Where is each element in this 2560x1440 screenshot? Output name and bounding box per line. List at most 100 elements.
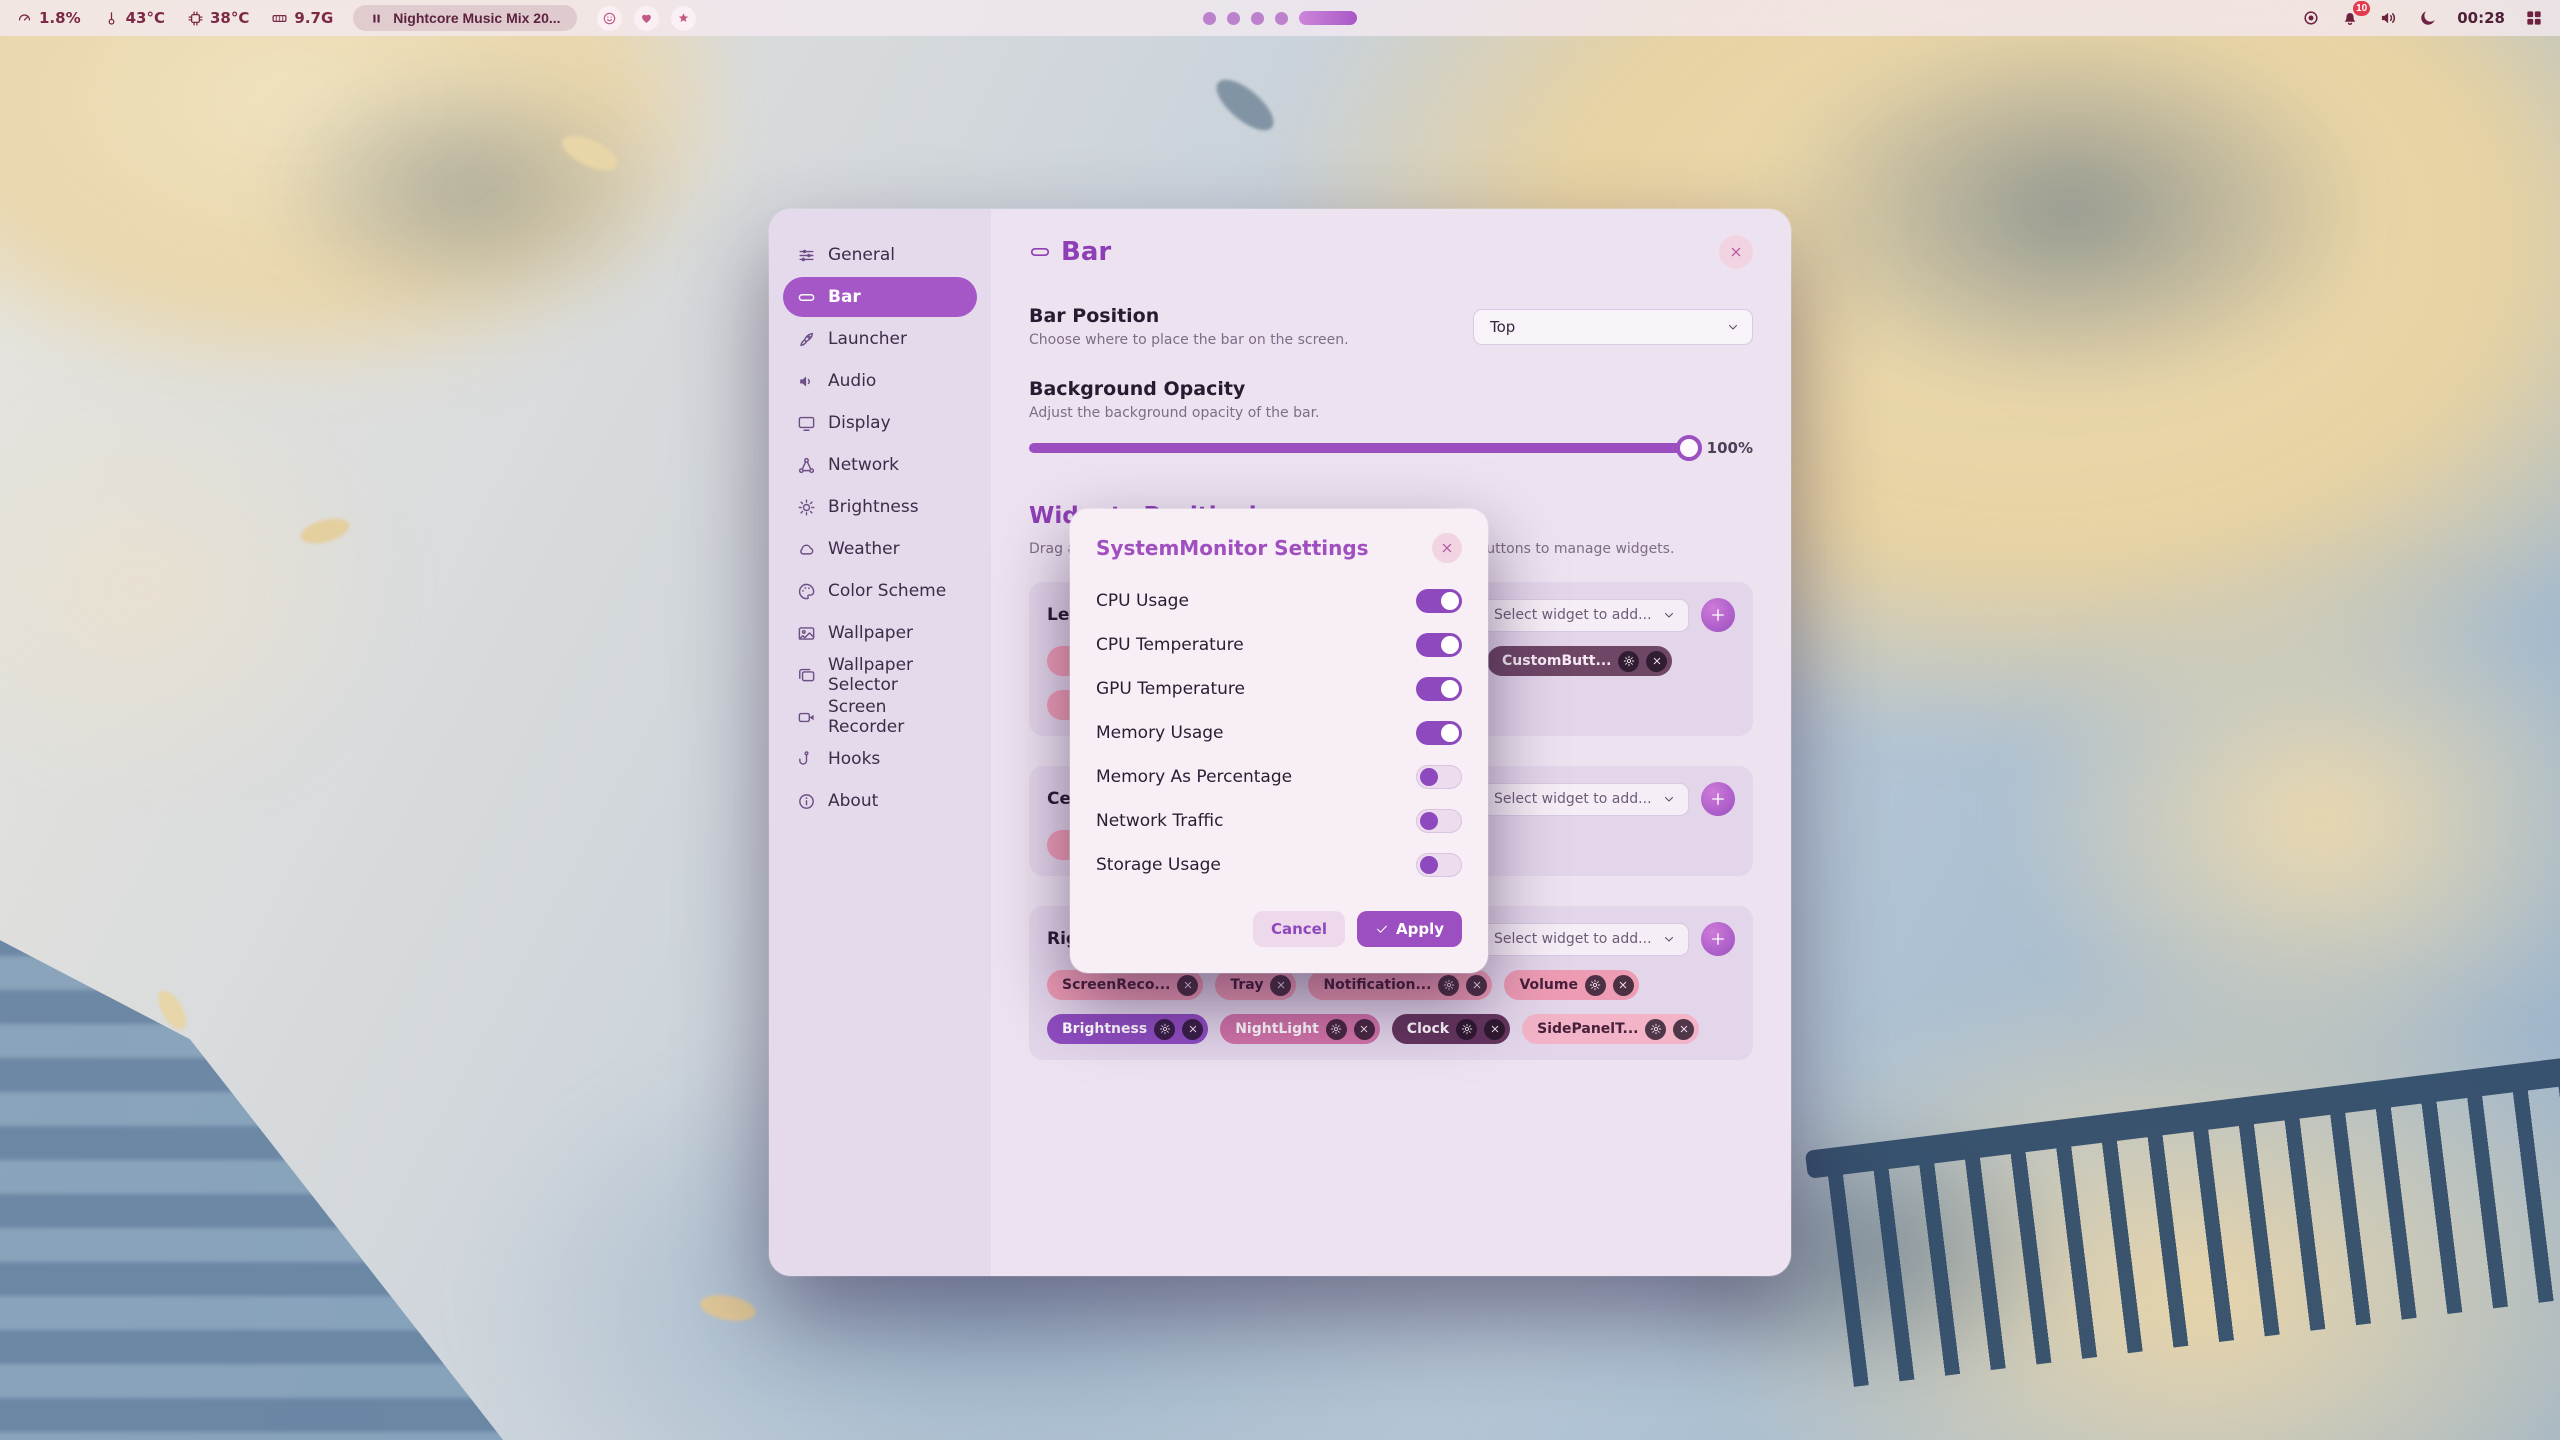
widget-chip-brightness[interactable]: Brightness	[1047, 1014, 1208, 1044]
widget-chip-sidepanelt[interactable]: SidePanelT...	[1522, 1014, 1699, 1044]
workspace-dot[interactable]	[1275, 12, 1288, 25]
record-icon[interactable]	[2301, 8, 2321, 28]
sidebar-item-launcher[interactable]: Launcher	[783, 319, 977, 359]
toggle-switch[interactable]	[1416, 677, 1462, 701]
workspace-dot[interactable]	[1227, 12, 1240, 25]
sidebar-item-audio[interactable]: Audio	[783, 361, 977, 401]
toggle-switch[interactable]	[1416, 589, 1462, 613]
chip-remove-icon[interactable]	[1177, 975, 1198, 996]
widget-chip-tray[interactable]: Tray	[1215, 970, 1296, 1000]
add-widget-button[interactable]	[1701, 922, 1735, 956]
bar-position-dropdown[interactable]: Top	[1473, 309, 1753, 345]
chip-settings-gear-icon[interactable]	[1618, 651, 1639, 672]
widget-chip-notification[interactable]: Notification...	[1308, 970, 1492, 1000]
add-widget-dropdown[interactable]: Select widget to add...	[1477, 923, 1689, 956]
sidebar-item-general[interactable]: General	[783, 235, 977, 275]
chip-remove-icon[interactable]	[1466, 975, 1487, 996]
toggle-switch[interactable]	[1416, 633, 1462, 657]
chip-settings-gear-icon[interactable]	[1438, 975, 1459, 996]
tray-icons-after	[2524, 8, 2544, 28]
chip-remove-icon[interactable]	[1673, 1019, 1694, 1040]
sidebar-item-label: Audio	[828, 371, 876, 391]
chip-settings-gear-icon[interactable]	[1585, 975, 1606, 996]
stat-memory: 9.7G	[271, 9, 333, 27]
sidebar-item-wallpaper-selector[interactable]: Wallpaper Selector	[783, 655, 977, 695]
quick-button-emoji[interactable]	[597, 6, 622, 31]
toggle-switch[interactable]	[1416, 721, 1462, 745]
add-widget-button[interactable]	[1701, 598, 1735, 632]
sidebar-item-display[interactable]: Display	[783, 403, 977, 443]
close-dialog-button[interactable]	[1432, 533, 1462, 563]
sidebar-item-network[interactable]: Network	[783, 445, 977, 485]
wallpaper-foliage-shadow	[260, 60, 680, 320]
widget-chip-custombutt[interactable]: CustomButt...	[1487, 646, 1672, 676]
sidebar-item-label: Color Scheme	[828, 581, 946, 601]
toggle-row-network-traffic: Network Traffic	[1096, 799, 1462, 843]
clock[interactable]: 00:28	[2457, 9, 2505, 27]
settings-sidebar: GeneralBarLauncher Audio DisplayNetworkBri…	[769, 209, 991, 1276]
chip-settings-gear-icon[interactable]	[1154, 1019, 1175, 1040]
chip-settings-gear-icon[interactable]	[1645, 1019, 1666, 1040]
apply-button[interactable]: Apply	[1357, 911, 1462, 947]
moon-icon	[2418, 8, 2438, 28]
sidebar-item-brightness[interactable]: Brightness	[783, 487, 977, 527]
chip-remove-icon[interactable]	[1613, 975, 1634, 996]
chip-remove-icon[interactable]	[1182, 1019, 1203, 1040]
chip-settings-gear-icon[interactable]	[1326, 1019, 1347, 1040]
moon-icon[interactable]	[2418, 8, 2438, 28]
toggle-switch[interactable]	[1416, 809, 1462, 833]
sidebar-item-label: About	[828, 791, 878, 811]
widget-chip-volume[interactable]: Volume	[1504, 970, 1639, 1000]
sidebar-item-label: Wallpaper	[828, 623, 913, 643]
quick-button-favorite[interactable]	[634, 6, 659, 31]
widget-chip-clock[interactable]: Clock	[1392, 1014, 1510, 1044]
sun-icon	[797, 498, 816, 517]
quick-button-star[interactable]	[671, 6, 696, 31]
bell-icon[interactable]: 10	[2340, 8, 2360, 28]
bar-position-label: Bar Position	[1029, 305, 1349, 327]
chip-remove-icon[interactable]	[1354, 1019, 1375, 1040]
sidebar-item-wallpaper[interactable]: Wallpaper	[783, 613, 977, 653]
sidebar-item-color-scheme[interactable]: Color Scheme	[783, 571, 977, 611]
add-widget-button[interactable]	[1701, 782, 1735, 816]
sidebar-item-hooks[interactable]: Hooks	[783, 739, 977, 779]
workspace-dot[interactable]	[1251, 12, 1264, 25]
sidebar-item-label: Weather	[828, 539, 900, 559]
chip-label: Tray	[1230, 977, 1263, 993]
chip-settings-gear-icon[interactable]	[1456, 1019, 1477, 1040]
opacity-slider-thumb[interactable]	[1676, 435, 1702, 461]
cancel-button[interactable]: Cancel	[1253, 911, 1345, 947]
volume-icon[interactable]	[2379, 8, 2399, 28]
widget-chip-screenreco[interactable]: ScreenReco...	[1047, 970, 1203, 1000]
grid-icon	[2524, 8, 2544, 28]
media-player-chip[interactable]: Nightcore Music Mix 20...	[353, 5, 576, 31]
toggle-knob	[1420, 812, 1438, 830]
add-widget-dropdown[interactable]: Select widget to add...	[1477, 783, 1689, 816]
chip-remove-icon[interactable]	[1270, 975, 1291, 996]
toggle-switch[interactable]	[1416, 765, 1462, 789]
widget-chip-row: ScreenReco... Tray Notification... Volume	[1047, 970, 1735, 1000]
sidebar-item-weather[interactable]: Weather	[783, 529, 977, 569]
chip-label: Brightness	[1062, 1021, 1147, 1037]
toggle-knob	[1420, 856, 1438, 874]
sidebar-item-bar[interactable]: Bar	[783, 277, 977, 317]
toggle-row-gpu-temperature: GPU Temperature	[1096, 667, 1462, 711]
toggle-switch[interactable]	[1416, 853, 1462, 877]
opacity-slider-fill	[1029, 443, 1689, 453]
rocket-icon	[797, 330, 816, 349]
close-window-button[interactable]	[1719, 235, 1753, 269]
thermometer-icon	[103, 10, 120, 27]
dropdown-value: Top	[1490, 318, 1515, 336]
grid-icon[interactable]	[2524, 8, 2544, 28]
workspace-active-pill[interactable]	[1299, 11, 1357, 25]
toggle-label: Network Traffic	[1096, 811, 1223, 831]
chip-remove-icon[interactable]	[1484, 1019, 1505, 1040]
sidebar-item-about[interactable]: About	[783, 781, 977, 821]
add-widget-dropdown[interactable]: Select widget to add...	[1477, 599, 1689, 632]
chip-remove-icon[interactable]	[1646, 651, 1667, 672]
workspace-dot[interactable]	[1203, 12, 1216, 25]
sidebar-item-screen-recorder[interactable]: Screen Recorder	[783, 697, 977, 737]
widget-chip-nightlight[interactable]: NightLight	[1220, 1014, 1380, 1044]
page-title: Bar	[1061, 237, 1111, 267]
opacity-slider[interactable]	[1029, 443, 1689, 453]
